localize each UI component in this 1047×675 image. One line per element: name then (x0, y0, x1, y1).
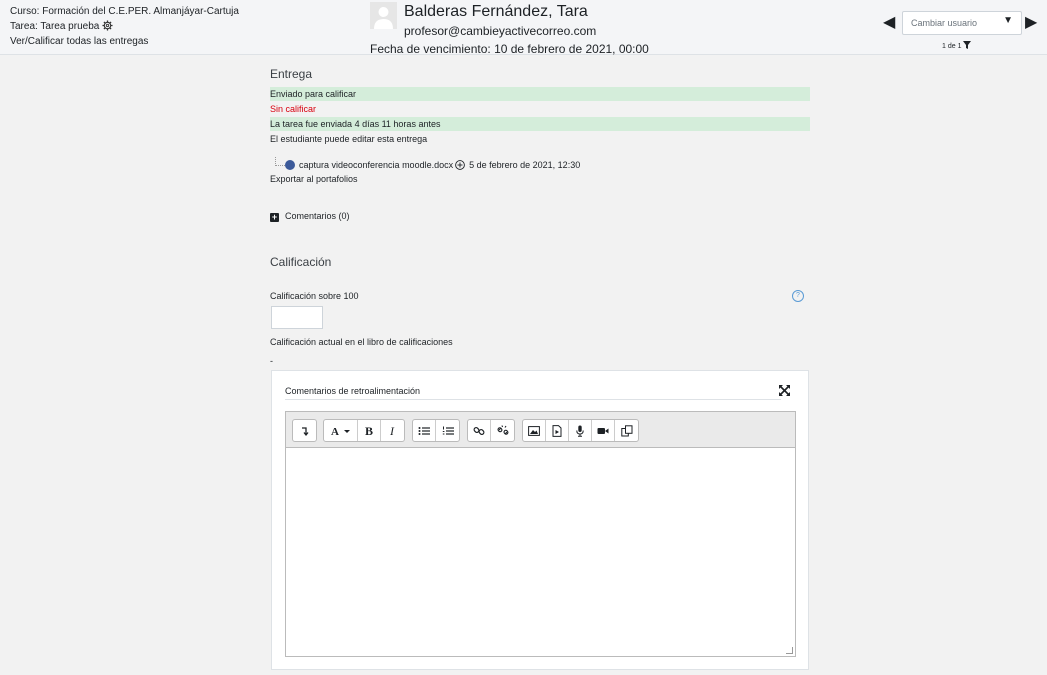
file-link[interactable]: captura videoconferencia moodle.docx (299, 160, 453, 170)
filter-icon[interactable] (963, 41, 972, 49)
insert-media-button[interactable] (546, 420, 569, 441)
ordered-list-button[interactable] (436, 420, 459, 441)
add-circle-icon[interactable] (455, 160, 465, 170)
font-style-icon: A (331, 426, 350, 437)
comments-toggle[interactable]: + Comentarios (0) (270, 211, 350, 222)
feedback-editor-area[interactable] (286, 448, 795, 656)
due-date: Fecha de vencimiento: 10 de febrero de 2… (370, 42, 649, 56)
dropdown-caret-icon: ▼ (1003, 15, 1013, 26)
record-video-button[interactable] (592, 420, 615, 441)
course-info: Curso: Formación del C.E.PER. Almanjáyar… (10, 4, 239, 49)
time-remaining: La tarea fue enviada 4 días 11 horas ant… (270, 117, 810, 131)
submitted-file: captura videoconferencia moodle.docx 5 de… (270, 157, 580, 170)
italic-button[interactable]: I (381, 420, 404, 441)
toolbar-group-media (522, 419, 639, 442)
submission-status: Enviado para calificar (270, 87, 810, 101)
insert-image-button[interactable] (523, 420, 546, 441)
change-user-select[interactable]: Cambiar usuario ▼ (902, 11, 1022, 35)
show-more-icon (301, 426, 309, 436)
svg-text:I: I (389, 425, 395, 437)
tree-connector (275, 157, 285, 166)
media-file-icon (552, 424, 562, 437)
feedback-label: Comentarios de retroalimentación (285, 386, 421, 396)
grading-status: Sin calificar (270, 104, 317, 114)
show-more-buttons-button[interactable] (293, 420, 316, 441)
grade-label: Calificación sobre 100 (270, 291, 359, 301)
toolbar-group-links (467, 419, 515, 442)
expand-plus-icon: + (270, 212, 279, 222)
user-paging: 1 de 1 (942, 41, 972, 50)
record-audio-button[interactable] (569, 420, 592, 441)
task-link[interactable]: Tarea: Tarea prueba (10, 21, 99, 32)
view-all-submissions-link[interactable]: Ver/Calificar todas las entregas (10, 34, 239, 49)
bold-icon: B (365, 425, 373, 437)
user-name[interactable]: Balderas Fernández, Tara (404, 3, 588, 21)
copy-files-icon (620, 424, 632, 436)
change-user-placeholder: Cambiar usuario (911, 18, 978, 28)
avatar[interactable] (370, 2, 397, 29)
paging-text: 1 de 1 (942, 43, 962, 50)
toolbar-group-toggle (292, 419, 317, 442)
divider (285, 399, 781, 400)
edit-status: El estudiante puede editar esta entrega (270, 134, 428, 144)
help-icon[interactable]: ? (792, 290, 804, 302)
resize-handle-icon[interactable] (786, 647, 793, 654)
bold-button[interactable]: B (358, 420, 381, 441)
numbered-list-icon (442, 426, 454, 435)
paragraph-styles-button[interactable]: A (324, 420, 358, 441)
feedback-comments-panel: Comentarios de retroalimentación A B I (271, 370, 809, 670)
link-icon (473, 426, 485, 435)
user-silhouette-icon (374, 7, 393, 29)
grade-input[interactable] (271, 306, 323, 329)
toolbar-group-lists (412, 419, 460, 442)
toolbar-group-style: A B I (323, 419, 405, 442)
grading-heading: Calificación (270, 255, 332, 269)
file-date: 5 de febrero de 2021, 12:30 (469, 160, 581, 170)
file-icon (285, 160, 295, 170)
task-line: Tarea: Tarea prueba (10, 19, 239, 34)
video-camera-icon (597, 427, 609, 434)
fullscreen-expand-icon[interactable] (779, 385, 790, 396)
rich-text-editor: A B I (285, 411, 796, 657)
unlink-icon (496, 424, 508, 435)
image-icon (528, 425, 540, 436)
unordered-list-button[interactable] (413, 420, 436, 441)
comments-label: Comentarios (0) (285, 211, 350, 221)
manage-files-button[interactable] (615, 420, 638, 441)
unlink-button[interactable] (491, 420, 514, 441)
italic-icon: I (389, 425, 395, 437)
microphone-icon (576, 425, 584, 437)
user-email: profesor@cambieyactivecorreo.com (404, 24, 597, 38)
current-grade-value: - (270, 356, 273, 366)
submission-heading: Entrega (270, 67, 313, 81)
link-button[interactable] (468, 420, 491, 441)
svg-text:A: A (331, 426, 339, 437)
previous-user-button[interactable]: ◀ (883, 12, 895, 32)
grader-header: Curso: Formación del C.E.PER. Almanjáyar… (0, 0, 1047, 56)
svg-text:B: B (365, 425, 373, 437)
gear-icon[interactable] (102, 20, 113, 31)
next-user-button[interactable]: ▶ (1025, 12, 1037, 32)
course-link[interactable]: Curso: Formación del C.E.PER. Almanjáyar… (10, 4, 239, 19)
editor-toolbar: A B I (286, 412, 795, 448)
current-grade-label: Calificación actual en el libro de calif… (270, 337, 453, 347)
export-portfolio-link[interactable]: Exportar al portafolios (270, 172, 810, 186)
bullet-list-icon (418, 426, 430, 435)
